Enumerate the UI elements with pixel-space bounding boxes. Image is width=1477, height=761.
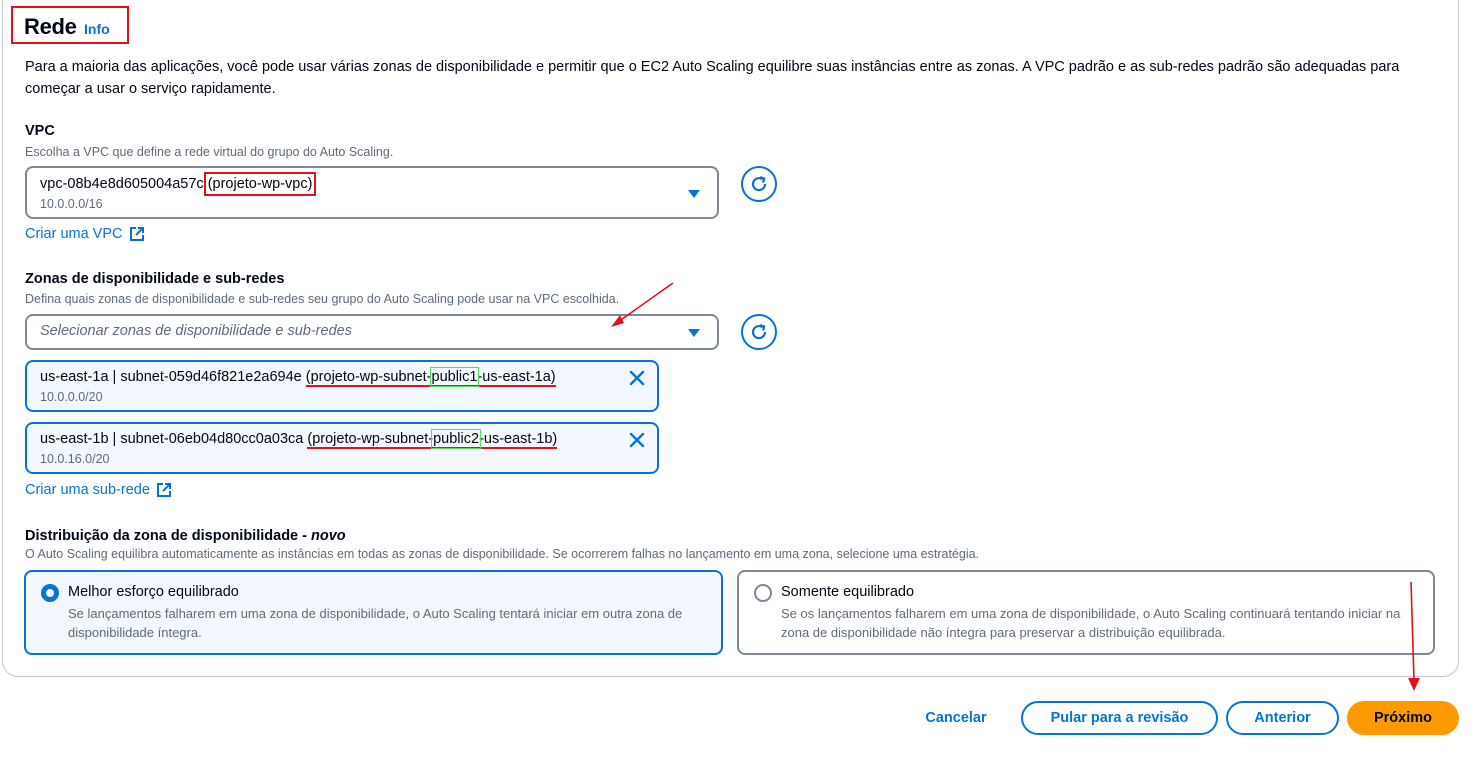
vpc-id: vpc-08b4e8d605004a57c: [40, 176, 204, 192]
distribution-hint: O Auto Scaling equilibra automaticamente…: [25, 547, 980, 561]
subnet-name: (projeto-wp-subnet-public2-us-east-1b): [307, 429, 558, 449]
subnets-placeholder: Selecionar zonas de disponibilidade e su…: [40, 323, 352, 339]
new-badge: novo: [311, 528, 346, 544]
subnet-token: us-east-1a | subnet-059d46f821e2a694e (p…: [25, 360, 659, 412]
create-subnet-link[interactable]: Criar uma sub-rede: [25, 482, 172, 498]
subnet-name-highlight: public1: [429, 367, 480, 387]
subnet-token-label: us-east-1a | subnet-059d46f821e2a694e (p…: [40, 367, 556, 387]
close-icon[interactable]: [627, 368, 647, 388]
subnet-az-id: us-east-1b | subnet-06eb04d80cc0a03ca: [40, 431, 308, 447]
subnets-refresh-button[interactable]: [741, 314, 777, 350]
section-description: Para a maioria das aplicações, você pode…: [25, 59, 1400, 97]
vpc-hint: Escolha a VPC que define a rede virtual …: [25, 145, 394, 159]
subnet-name-part: (projeto-wp-subnet-: [305, 369, 432, 385]
subnet-name-part: (projeto-wp-subnet-: [307, 431, 434, 447]
subnet-name: (projeto-wp-subnet-public1-us-east-1a): [305, 367, 556, 387]
subnet-token-label: us-east-1b | subnet-06eb04d80cc0a03ca (p…: [40, 429, 558, 449]
radio-balanced-best-effort[interactable]: Melhor esforço equilibrado Se lançamento…: [24, 570, 723, 655]
refresh-icon: [751, 176, 767, 192]
radio-description: Se lançamentos falharem em uma zona de d…: [68, 606, 683, 640]
info-link[interactable]: Info: [84, 21, 110, 37]
distribution-label: Distribuição da zona de disponibilidade …: [25, 528, 346, 544]
skip-to-review-button[interactable]: Pular para a revisão: [1021, 701, 1218, 735]
close-icon[interactable]: [627, 430, 647, 450]
section-title: Rede: [24, 14, 77, 39]
subnet-az-id: us-east-1a | subnet-059d46f821e2a694e: [40, 369, 306, 385]
subnets-select[interactable]: Selecionar zonas de disponibilidade e su…: [25, 314, 719, 350]
create-vpc-link[interactable]: Criar uma VPC: [25, 226, 145, 242]
subnet-name-part: -us-east-1b): [479, 431, 558, 447]
radio-title: Somente equilibrado: [781, 584, 915, 600]
subnet-name-part: -us-east-1a): [477, 369, 556, 385]
radio-title: Melhor esforço equilibrado: [68, 584, 239, 600]
annotation-arrowhead: [1408, 678, 1420, 691]
subnets-hint: Defina quais zonas de disponibilidade e …: [25, 292, 620, 306]
external-link-icon: [129, 227, 144, 241]
vpc-refresh-button[interactable]: [741, 166, 777, 202]
create-subnet-label: Criar uma sub-rede: [25, 482, 150, 498]
radio-selected-icon: [41, 584, 59, 602]
vpc-name: (projeto-wp-vpc): [203, 172, 317, 196]
subnet-name-highlight: public2: [431, 429, 482, 449]
subnet-token: us-east-1b | subnet-06eb04d80cc0a03ca (p…: [25, 422, 659, 474]
radio-balanced-only[interactable]: Somente equilibrado Se os lançamentos fa…: [737, 570, 1435, 655]
chevron-down-icon: [688, 190, 700, 198]
vpc-selected-value: vpc-08b4e8d605004a57c (projeto-wp-vpc): [40, 172, 317, 196]
next-button[interactable]: Próximo: [1347, 701, 1459, 735]
vpc-select[interactable]: vpc-08b4e8d605004a57c (projeto-wp-vpc) 1…: [25, 166, 719, 219]
chevron-down-icon: [688, 329, 700, 337]
subnets-label: Zonas de disponibilidade e sub-redes: [25, 271, 285, 287]
subnet-cidr: 10.0.0.0/20: [40, 390, 103, 404]
cancel-button[interactable]: Cancelar: [912, 701, 1000, 735]
radio-unselected-icon: [754, 584, 772, 602]
radio-description: Se os lançamentos falharem em uma zona d…: [781, 606, 1401, 640]
refresh-icon: [751, 324, 767, 340]
vpc-cidr: 10.0.0.0/16: [40, 197, 103, 211]
subnet-cidr: 10.0.16.0/20: [40, 452, 110, 466]
distribution-label-text: Distribuição da zona de disponibilidade …: [25, 528, 311, 544]
vpc-label: VPC: [25, 123, 55, 139]
external-link-icon: [156, 483, 171, 497]
create-vpc-label: Criar uma VPC: [25, 226, 123, 242]
previous-button[interactable]: Anterior: [1226, 701, 1339, 735]
